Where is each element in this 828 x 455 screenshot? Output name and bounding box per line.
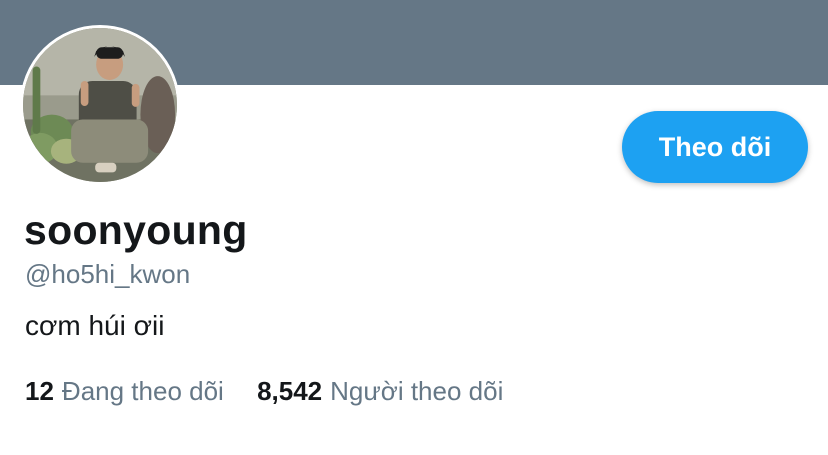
avatar-photo-icon [23, 28, 177, 182]
profile-avatar[interactable] [20, 25, 180, 185]
follow-button[interactable]: Theo dõi [622, 111, 808, 183]
following-label: Đang theo dõi [61, 376, 224, 406]
profile-stats: 12 Đang theo dõi 8,542 Người theo dõi [25, 376, 503, 407]
followers-label: Người theo dõi [330, 376, 504, 406]
followers-count: 8,542 [257, 376, 323, 406]
followers-stat-link[interactable]: 8,542 Người theo dõi [257, 376, 503, 407]
following-stat-link[interactable]: 12 Đang theo dõi [25, 376, 224, 407]
display-name: soonyoung [24, 207, 248, 253]
profile-header: Theo dõi soonyoung @ho5hi_kwon cơm húi ơ… [0, 0, 828, 455]
profile-bio: cơm húi ơii [25, 310, 165, 341]
following-count: 12 [25, 376, 54, 406]
username-handle: @ho5hi_kwon [25, 259, 191, 289]
